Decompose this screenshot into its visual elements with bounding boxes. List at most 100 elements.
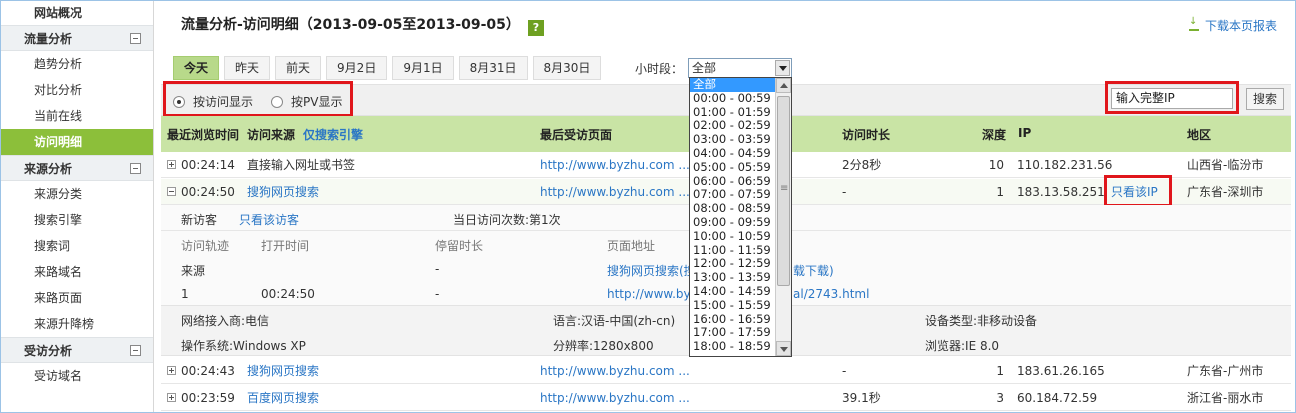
tab-sep-1[interactable]: 9月1日 [392, 56, 454, 80]
sidebar-group-traffic[interactable]: 流量分析 [1, 25, 153, 51]
row-page-link[interactable]: http://www.byzhu.com ... [540, 358, 690, 384]
hour-select[interactable]: 全部 [688, 58, 792, 78]
hour-dropdown-list: 全部 00:00 - 00:59 01:00 - 01:59 02:00 - 0… [689, 77, 792, 357]
col-source: 访问来源 [247, 128, 296, 142]
hour-option[interactable]: 08:00 - 08:59 [690, 201, 776, 216]
scroll-down-icon[interactable] [776, 341, 791, 356]
trail-step-link-tail[interactable]: al/2743.html [793, 287, 869, 301]
row-region: 广东省-广州市 [1187, 364, 1264, 378]
hour-option[interactable]: 06:00 - 06:59 [690, 174, 776, 189]
table-row[interactable]: 00:24:43 搜狗网页搜索 http://www.byzhu.com ...… [161, 358, 1291, 384]
hour-option[interactable]: 13:00 - 13:59 [690, 270, 776, 285]
trail-source-link-tail[interactable]: 载下载) [793, 262, 834, 279]
expand-icon[interactable] [167, 366, 176, 375]
hour-option[interactable]: 03:00 - 03:59 [690, 132, 776, 147]
scroll-up-icon[interactable] [776, 78, 791, 93]
expand-icon[interactable] [167, 160, 176, 169]
row-page-link[interactable]: http://www.byzhu.com ... [540, 152, 690, 178]
trail-step: 1 [181, 287, 189, 301]
sidebar-item-referrer-page[interactable]: 来路页面 [1, 285, 153, 311]
collapse-icon[interactable] [130, 33, 141, 44]
row-duration: - [842, 364, 847, 378]
sidebar: 网站概况 流量分析 趋势分析 对比分析 当前在线 访问明细 来源分析 来源分类 … [1, 1, 154, 412]
hour-option[interactable]: 15:00 - 15:59 [690, 298, 776, 313]
col-duration: 访问时长 [842, 128, 891, 142]
row-source-link[interactable]: 搜狗网页搜索 [247, 358, 319, 384]
scroll-thumb[interactable] [777, 96, 790, 286]
hour-option[interactable]: 16:00 - 16:59 [690, 312, 776, 327]
hour-option[interactable]: 10:00 - 10:59 [690, 229, 776, 244]
row-time: 00:23:59 [167, 385, 235, 411]
hour-option[interactable]: 12:00 - 12:59 [690, 257, 776, 271]
os-info: 操作系统:Windows XP [181, 339, 306, 353]
row-page-link[interactable]: http://www.byzhu.com ... [540, 179, 690, 205]
row-source-link[interactable]: 百度网页搜索 [247, 385, 319, 411]
time-text: 00:24:14 [181, 158, 235, 172]
date-tabs: 今天 昨天 前天 9月2日 9月1日 8月31日 8月30日 [173, 56, 602, 80]
hour-option[interactable]: 00:00 - 00:59 [690, 91, 776, 106]
hour-label: 小时段： [635, 62, 684, 76]
hour-option[interactable]: 17:00 - 17:59 [690, 326, 776, 340]
row-source-link[interactable]: 搜狗网页搜索 [247, 179, 319, 205]
row-duration: - [842, 185, 847, 199]
sidebar-item-visit-detail[interactable]: 访问明细 [1, 129, 153, 155]
tab-today[interactable]: 今天 [173, 56, 220, 80]
sidebar-group-source[interactable]: 来源分析 [1, 155, 153, 181]
sidebar-item-search-engine[interactable]: 搜索引擎 [1, 207, 153, 233]
col-ip: IP [1018, 126, 1032, 140]
sidebar-item-trend[interactable]: 趋势分析 [1, 51, 153, 77]
page-title-text: 流量分析-访问明细（2013-09-05至2013-09-05） [181, 17, 520, 33]
hour-option[interactable]: 04:00 - 04:59 [690, 146, 776, 161]
hour-option[interactable]: 14:00 - 14:59 [690, 284, 776, 299]
tab-yesterday[interactable]: 昨天 [224, 56, 271, 80]
download-label: 下载本页报表 [1204, 19, 1277, 33]
sidebar-item-source-category[interactable]: 来源分类 [1, 181, 153, 207]
tab-aug-31[interactable]: 8月31日 [458, 56, 528, 80]
sidebar-item-compare[interactable]: 对比分析 [1, 77, 153, 103]
row-duration: 39.1秒 [842, 391, 881, 405]
hour-option[interactable]: 09:00 - 09:59 [690, 215, 776, 230]
col-region: 地区 [1187, 128, 1212, 142]
hour-option[interactable]: 07:00 - 07:59 [690, 188, 776, 202]
table-row[interactable]: 00:23:59 百度网页搜索 http://www.byzhu.com ...… [161, 385, 1291, 411]
sidebar-item-online[interactable]: 当前在线 [1, 103, 153, 129]
row-depth: 10 [988, 158, 1004, 172]
trail-source: 来源 [181, 264, 206, 278]
search-button[interactable]: 搜索 [1246, 88, 1284, 110]
language-info: 语言:汉语-中国(zh-cn) [553, 314, 676, 328]
trail-step-link[interactable]: http://www.byz [607, 287, 697, 301]
sidebar-item-search-words[interactable]: 搜索词 [1, 233, 153, 259]
dropdown-scrollbar[interactable] [775, 78, 791, 356]
sidebar-item-source-rank[interactable]: 来源升降榜 [1, 311, 153, 337]
collapse-row-icon[interactable] [167, 187, 176, 196]
tab-sep-2[interactable]: 9月2日 [326, 56, 388, 80]
trail-source-link[interactable]: 搜狗网页搜索(搜 [607, 262, 696, 279]
highlight-box [1105, 81, 1239, 114]
collapse-icon[interactable] [130, 163, 141, 174]
hour-option[interactable]: 01:00 - 01:59 [690, 105, 776, 120]
hour-option[interactable]: 18:00 - 18:59 [690, 339, 776, 354]
only-this-visitor-link[interactable]: 只看该访客 [239, 211, 299, 228]
sidebar-group-visited[interactable]: 受访分析 [1, 337, 153, 363]
row-ip: 183.61.26.165 [1017, 364, 1105, 378]
sidebar-item-overview[interactable]: 网站概况 [1, 1, 153, 25]
sidebar-item-referrer-domain[interactable]: 来路域名 [1, 259, 153, 285]
row-time: 00:24:50 [167, 179, 235, 205]
only-search-engine-link[interactable]: 仅搜索引擎 [303, 126, 363, 143]
chevron-down-icon[interactable] [775, 60, 790, 76]
expand-icon[interactable] [167, 393, 176, 402]
tab-aug-30[interactable]: 8月30日 [532, 56, 602, 80]
download-report-link[interactable]: 下载本页报表 [1188, 16, 1277, 34]
hour-option[interactable]: 05:00 - 05:59 [690, 160, 776, 175]
hour-option[interactable]: 全部 [690, 78, 776, 92]
trail-step-time: 00:24:50 [261, 287, 315, 301]
hour-option[interactable]: 11:00 - 11:59 [690, 243, 776, 258]
sidebar-group-label: 流量分析 [24, 32, 73, 46]
help-icon[interactable]: ? [527, 20, 544, 36]
time-text: 00:24:50 [181, 185, 235, 199]
hour-option[interactable]: 02:00 - 02:59 [690, 119, 776, 133]
sidebar-item-visited-domain[interactable]: 受访域名 [1, 363, 153, 389]
collapse-icon[interactable] [130, 345, 141, 356]
tab-day-before[interactable]: 前天 [275, 56, 322, 80]
row-page-link[interactable]: http://www.byzhu.com ... [540, 385, 690, 411]
